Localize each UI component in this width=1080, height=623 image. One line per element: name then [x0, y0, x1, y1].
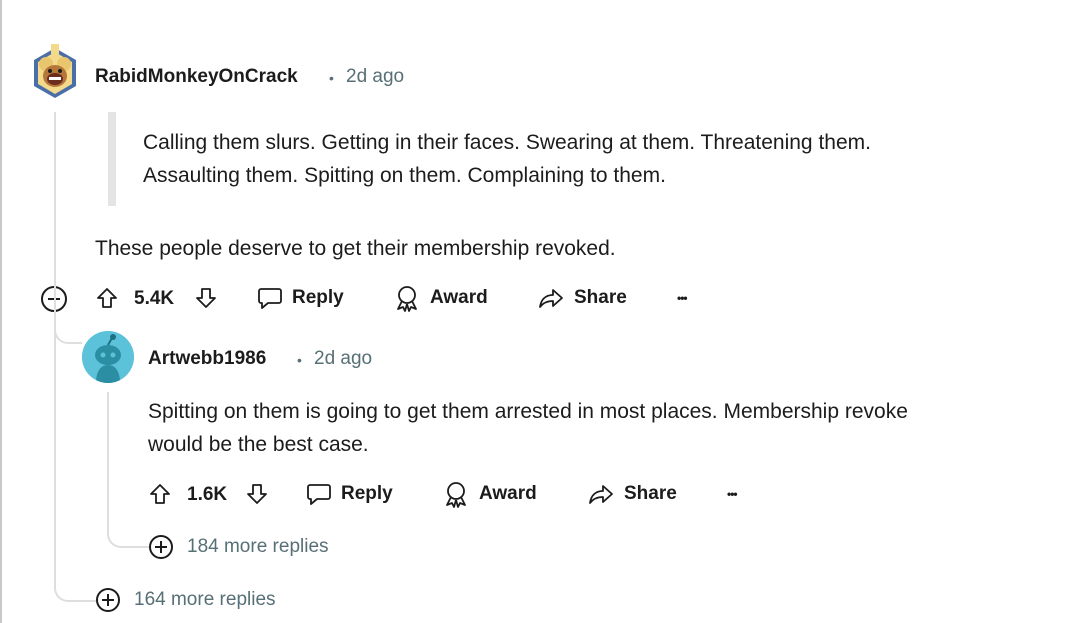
comment-bubble-icon — [307, 484, 331, 505]
page-edge — [0, 0, 2, 623]
top-more-replies-button[interactable]: 164 more replies — [96, 588, 276, 612]
plus-circle-icon — [149, 535, 173, 559]
reply-share-label: Share — [624, 483, 677, 504]
top-more-replies-connector — [54, 570, 96, 602]
reply-downvote-button[interactable] — [245, 482, 269, 506]
share-icon — [589, 485, 613, 504]
blockquote-bar — [108, 112, 116, 206]
reply-thread-line[interactable] — [107, 392, 109, 532]
blockquote-line-2: Assaulting them. Spitting on them. Compl… — [143, 164, 666, 187]
monkey-avatar-icon — [34, 44, 76, 98]
reply-more-options-button[interactable]: ••• — [727, 487, 738, 501]
reply-upvote-button[interactable] — [148, 482, 172, 506]
reply-meta-separator: • — [297, 352, 302, 368]
comment-bubble-icon — [258, 288, 282, 309]
comment-username[interactable]: RabidMonkeyOnCrack — [95, 66, 298, 88]
top-more-replies-label: 164 more replies — [134, 589, 276, 610]
blockquote-line-1: Calling them slurs. Getting in their fac… — [143, 131, 871, 154]
more-replies-connector — [107, 520, 149, 548]
reply-timestamp[interactable]: 2d ago — [314, 348, 372, 370]
reply-avatar[interactable] — [82, 331, 134, 383]
award-button[interactable]: Award — [393, 284, 488, 312]
reply-vote-score: 1.6K — [187, 484, 228, 505]
reply-reply-button[interactable]: Reply — [306, 482, 393, 506]
avatar[interactable] — [32, 44, 78, 102]
reply-body-line-1: Spitting on them is going to get them ar… — [148, 400, 908, 423]
reply-reply-label: Reply — [341, 483, 393, 504]
comment-body: These people deserve to get their member… — [95, 237, 616, 260]
share-button[interactable]: Share — [538, 286, 627, 310]
award-label: Award — [430, 287, 488, 308]
upvote-icon — [97, 288, 117, 308]
reply-share-button[interactable]: Share — [588, 482, 677, 506]
downvote-icon — [247, 484, 267, 504]
reply-button[interactable]: Reply — [257, 286, 344, 310]
reply-connector-curve — [54, 320, 82, 344]
award-icon — [397, 286, 417, 312]
plus-circle-icon — [96, 588, 120, 612]
snoo-avatar-icon — [82, 331, 134, 383]
reply-body-line-2: would be the best case. — [148, 433, 369, 456]
reply-username[interactable]: Artwebb1986 — [148, 348, 266, 370]
more-replies-label: 184 more replies — [187, 536, 329, 557]
reply-award-label: Award — [479, 483, 537, 504]
share-label: Share — [574, 287, 627, 308]
more-replies-button[interactable]: 184 more replies — [149, 535, 329, 559]
meta-separator: • — [329, 70, 334, 86]
downvote-button[interactable] — [194, 286, 218, 310]
upvote-button[interactable] — [95, 286, 119, 310]
reply-award-button[interactable]: Award — [442, 480, 537, 508]
more-options-button[interactable]: ••• — [677, 291, 688, 305]
reply-label: Reply — [292, 287, 344, 308]
comment-timestamp[interactable]: 2d ago — [346, 66, 404, 88]
share-icon — [539, 289, 563, 308]
upvote-icon — [150, 484, 170, 504]
vote-score: 5.4K — [134, 288, 175, 309]
award-icon — [446, 482, 466, 508]
thread-line[interactable] — [54, 112, 56, 284]
downvote-icon — [196, 288, 216, 308]
